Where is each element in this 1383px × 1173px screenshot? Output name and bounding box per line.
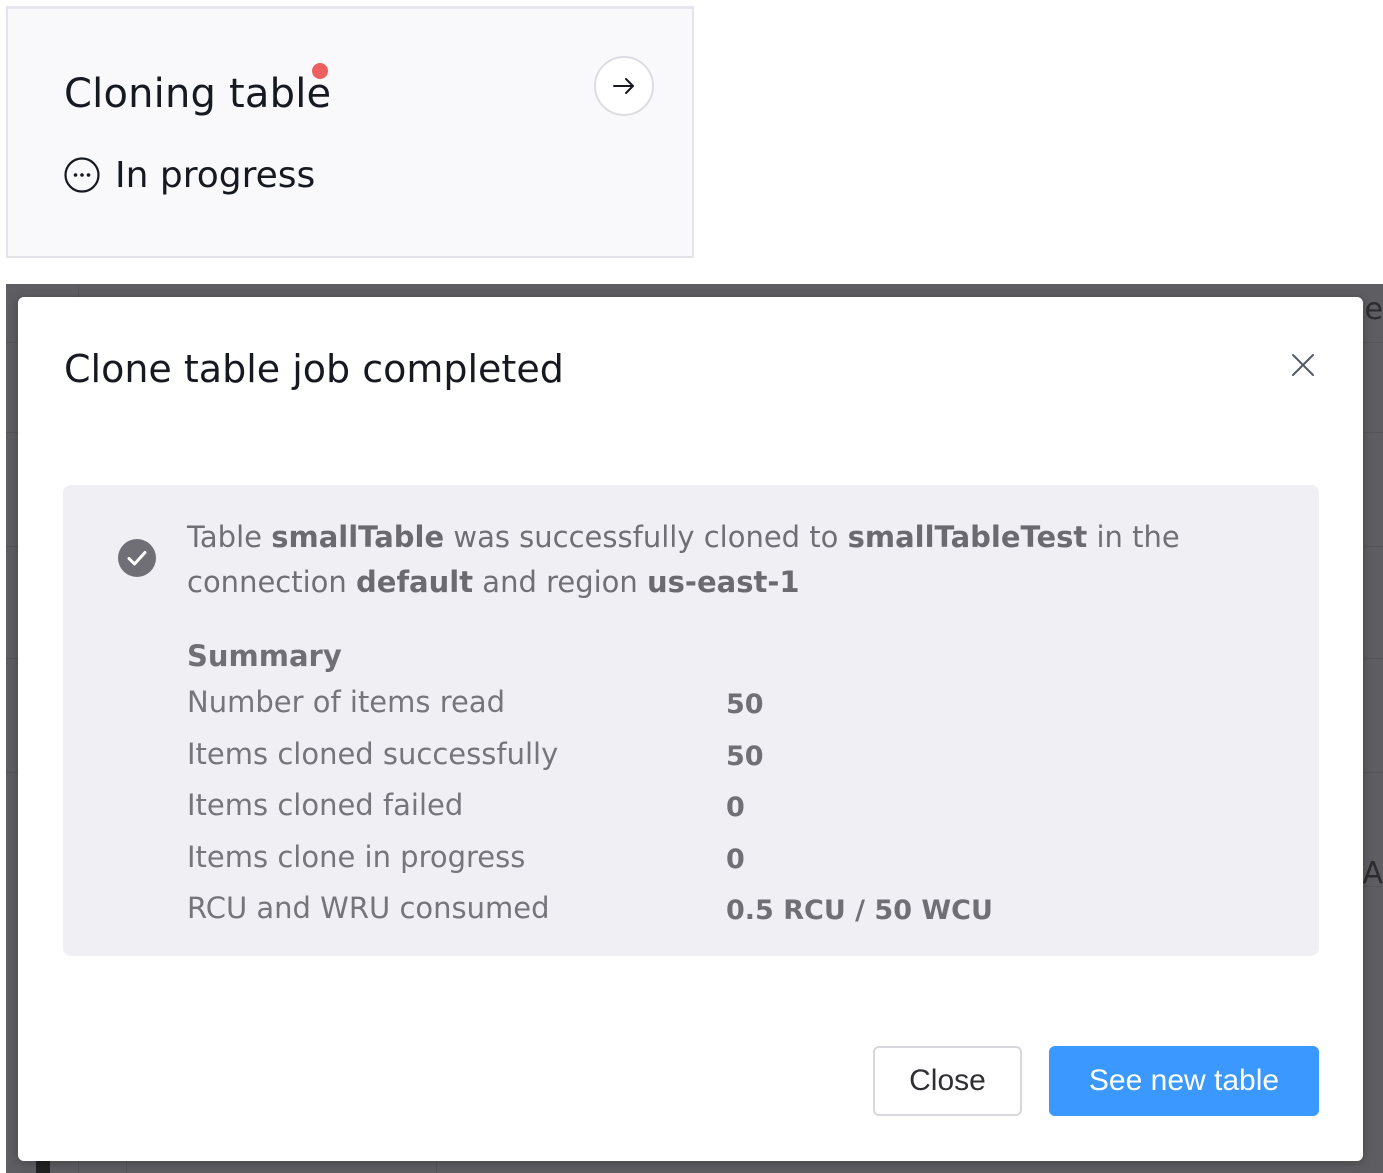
cloning-notification-card: Cloning table In progress xyxy=(6,6,694,258)
dialog-close-button[interactable] xyxy=(1288,350,1318,380)
summary-label: Items cloned failed xyxy=(187,788,464,822)
see-new-table-button[interactable]: See new table xyxy=(1049,1046,1319,1116)
region-name: us-east-1 xyxy=(647,565,800,599)
summary-table: Number of items read 50 Items cloned suc… xyxy=(187,685,1187,943)
summary-label: RCU and WRU consumed xyxy=(187,891,550,925)
summary-label: Items clone in progress xyxy=(187,839,526,874)
arrow-right-icon xyxy=(613,78,634,94)
target-table-name: smallTableTest xyxy=(847,520,1088,554)
connection-name: default xyxy=(356,565,474,599)
summary-value: 0.5 RCU / 50 WCU xyxy=(726,895,993,926)
summary-row: Number of items read 50 xyxy=(187,685,1187,737)
close-x-icon xyxy=(1292,354,1314,376)
summary-value: 50 xyxy=(726,689,764,720)
summary-value: 0 xyxy=(726,843,745,875)
summary-value: 0 xyxy=(726,792,745,823)
unread-indicator-dot xyxy=(312,63,328,79)
summary-value: 50 xyxy=(726,740,764,772)
notification-title: Cloning table xyxy=(64,71,332,117)
status-text: In progress xyxy=(115,154,316,196)
source-table-name: smallTable xyxy=(271,520,445,554)
result-panel: Table smallTable was successfully cloned… xyxy=(63,485,1319,956)
summary-label: Items cloned successfully xyxy=(187,736,559,771)
close-button[interactable]: Close xyxy=(873,1046,1022,1116)
open-job-button[interactable] xyxy=(594,56,654,116)
summary-heading: Summary xyxy=(187,639,342,673)
summary-label: Number of items read xyxy=(187,685,506,719)
dialog-title: Clone table job completed xyxy=(64,347,564,391)
ellipsis-circle-icon xyxy=(64,157,100,193)
check-circle-icon xyxy=(118,539,156,577)
clone-complete-dialog: Clone table job completed Table smallTab… xyxy=(18,297,1363,1161)
success-message: Table smallTable was successfully cloned… xyxy=(187,520,1180,599)
summary-row: Items clone in progress 0 xyxy=(187,840,1187,892)
summary-row: RCU and WRU consumed 0.5 RCU / 50 WCU xyxy=(187,891,1187,943)
job-status: In progress xyxy=(63,154,316,196)
summary-row: Items cloned failed 0 xyxy=(187,788,1187,840)
summary-row: Items cloned successfully 50 xyxy=(187,737,1187,789)
